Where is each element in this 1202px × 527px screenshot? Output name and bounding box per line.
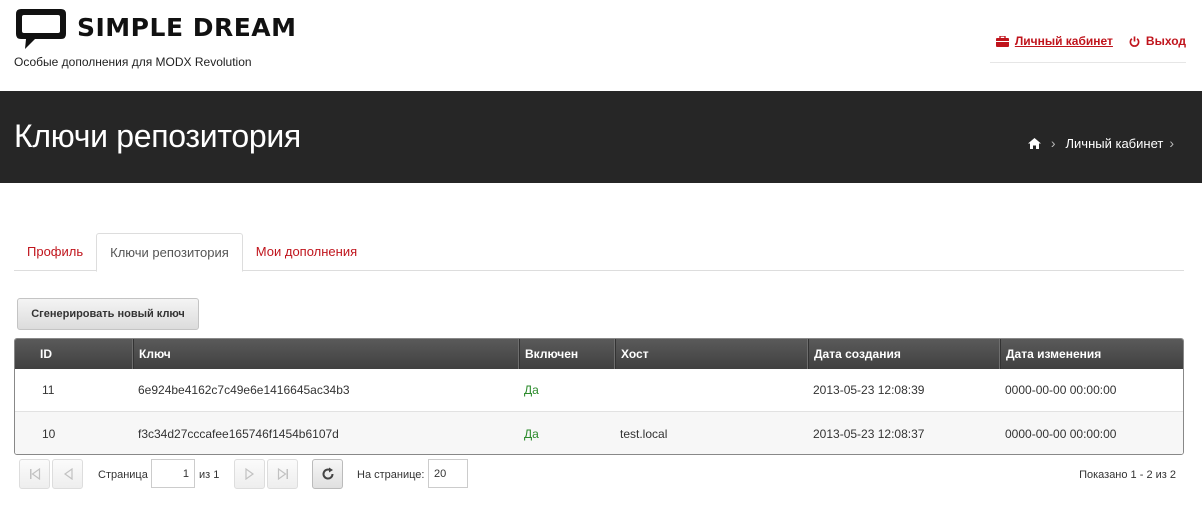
grid-header: ID Ключ Включен Хост Дата создания Дата … [15, 339, 1183, 369]
next-page-button[interactable] [234, 459, 265, 489]
tab-repository-keys[interactable]: Ключи репозитория [96, 233, 243, 272]
cell-id: 10 [42, 426, 56, 441]
keys-grid: ID Ключ Включен Хост Дата создания Дата … [14, 338, 1184, 455]
tab-profile[interactable]: Профиль [14, 233, 96, 271]
cell-id: 11 [42, 383, 55, 397]
per-page-input[interactable] [428, 459, 468, 488]
prev-page-button[interactable] [52, 459, 83, 489]
brand-name: SIMPLE DREAM [77, 12, 297, 42]
power-icon [1129, 35, 1140, 47]
cell-enabled: Да [524, 426, 539, 441]
page-title: Ключи репозитория [14, 118, 301, 154]
cell-created: 2013-05-23 12:08:39 [813, 383, 925, 397]
cell-updated: 0000-00-00 00:00:00 [1005, 426, 1117, 441]
header-divider [990, 62, 1186, 63]
prev-page-icon [63, 468, 73, 480]
cell-updated: 0000-00-00 00:00:00 [1005, 383, 1117, 397]
cell-key: 6e924be4162c7c49e6e1416645ac34b3 [138, 383, 350, 397]
cell-created: 2013-05-23 12:08:37 [813, 426, 925, 441]
column-header-updated[interactable]: Дата изменения [1000, 339, 1183, 369]
column-header-id[interactable]: ID [15, 339, 133, 369]
column-header-created[interactable]: Дата создания [808, 339, 1000, 369]
column-header-key[interactable]: Ключ [133, 339, 519, 369]
site-header: SIMPLE DREAM Особые дополнения для MODX … [0, 0, 1202, 91]
logout-link-label: Выход [1145, 34, 1186, 48]
next-page-icon [244, 468, 254, 480]
cabinet-link-label: Личный кабинет [1014, 34, 1113, 48]
page-label: Страница [98, 469, 148, 481]
first-page-button[interactable] [19, 459, 50, 489]
breadcrumb-separator: › [1050, 135, 1056, 151]
per-page-label: На странице: [357, 469, 425, 481]
first-page-icon [29, 468, 40, 480]
logout-link[interactable]: Выход [1129, 34, 1186, 48]
last-page-icon [277, 468, 288, 480]
column-header-host[interactable]: Хост [615, 339, 808, 369]
refresh-icon [322, 467, 334, 480]
page-banner: Ключи репозитория › Личный кабинет › [0, 91, 1202, 183]
paging-summary: Показано 1 - 2 из 2 [1079, 469, 1176, 481]
last-page-button[interactable] [267, 459, 298, 489]
breadcrumb-item-cabinet[interactable]: Личный кабинет [1066, 136, 1164, 151]
generate-key-button[interactable]: Сгенерировать новый ключ [17, 298, 199, 330]
brand-tagline: Особые дополнения для MODX Revolution [14, 55, 252, 69]
breadcrumb: › Личный кабинет › [1027, 135, 1174, 151]
page-count-label: из 1 [199, 469, 220, 481]
user-menu: Личный кабинет Выход [995, 34, 1186, 48]
table-row[interactable]: 11 6e924be4162c7c49e6e1416645ac34b3 Да 2… [15, 369, 1183, 412]
speech-bubble-logo-icon [16, 9, 66, 49]
cell-enabled: Да [524, 383, 539, 397]
table-row[interactable]: 10 f3c34d27cccafee165746f1454b6107d Да t… [15, 412, 1183, 454]
cabinet-link[interactable]: Личный кабинет [995, 34, 1113, 48]
paging-toolbar: Страница из 1 На странице: Показано 1 - … [14, 458, 1184, 490]
home-icon[interactable] [1027, 137, 1041, 149]
tabs: Профиль Ключи репозитория Мои дополнения [14, 233, 1184, 272]
tab-my-addons[interactable]: Мои дополнения [243, 233, 370, 271]
refresh-button[interactable] [312, 459, 343, 489]
briefcase-icon [995, 35, 1009, 47]
cell-key: f3c34d27cccafee165746f1454b6107d [138, 426, 339, 441]
logo[interactable]: SIMPLE DREAM [13, 6, 297, 52]
breadcrumb-separator: › [1169, 135, 1174, 151]
page-number-input[interactable] [151, 459, 195, 488]
cell-host: test.local [620, 426, 668, 441]
column-header-enabled[interactable]: Включен [519, 339, 615, 369]
